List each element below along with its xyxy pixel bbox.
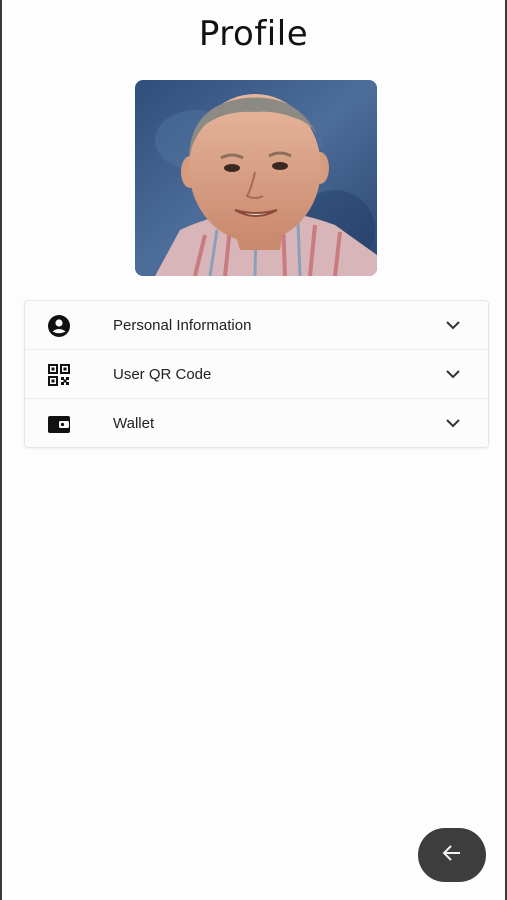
section-label: Wallet (113, 414, 155, 432)
avatar-photo (135, 80, 377, 276)
section-user-qr-code[interactable]: User QR Code (25, 350, 488, 399)
section-label: User QR Code (113, 365, 212, 383)
qr-code-icon (47, 363, 71, 387)
chevron-down-icon[interactable] (444, 365, 462, 383)
section-wallet[interactable]: Wallet (25, 399, 488, 447)
profile-sections: Personal Information User QR Code Wallet (24, 300, 489, 448)
avatar (135, 80, 377, 276)
account-circle-icon (47, 314, 71, 338)
wallet-icon (47, 412, 71, 436)
chevron-down-icon[interactable] (444, 316, 462, 334)
section-label: Personal Information (113, 316, 252, 334)
back-button[interactable] (418, 828, 486, 882)
profile-screen: Profile Personal Information User QR Cod… (0, 0, 507, 900)
arrow-back-icon (441, 842, 463, 869)
chevron-down-icon[interactable] (444, 414, 462, 432)
page-title: Profile (198, 14, 309, 54)
section-personal-information[interactable]: Personal Information (25, 301, 488, 350)
